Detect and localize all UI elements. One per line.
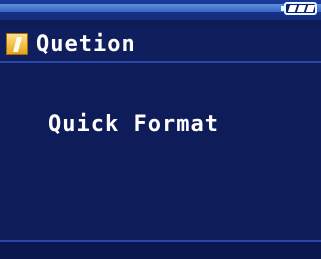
battery-cell xyxy=(305,5,316,12)
battery-cell xyxy=(287,5,298,12)
info-icon xyxy=(6,33,28,55)
dialog-title: Quetion xyxy=(36,32,136,57)
battery-icon xyxy=(281,2,317,15)
bottom-bar xyxy=(0,240,321,259)
dialog-title-bar: Quetion xyxy=(0,29,321,63)
status-bar xyxy=(0,0,321,20)
device-screen: Quetion Quick Format xyxy=(0,0,321,259)
status-bar-gloss xyxy=(0,4,321,12)
battery-terminal xyxy=(281,6,284,11)
dialog-message[interactable]: Quick Format xyxy=(48,110,219,140)
battery-cell xyxy=(296,5,307,12)
